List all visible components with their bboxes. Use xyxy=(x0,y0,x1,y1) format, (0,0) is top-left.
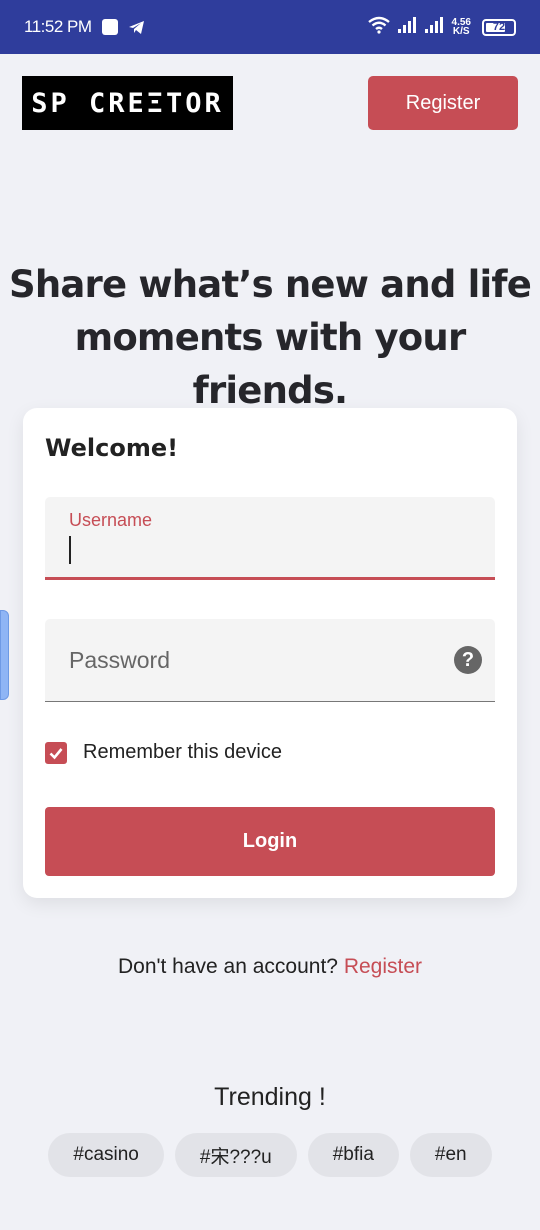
signal-icon xyxy=(397,16,418,38)
tagline-line-2: moments with your friends. xyxy=(74,316,467,412)
header: SP CREΞTOR Register xyxy=(22,76,518,130)
help-icon[interactable]: ? xyxy=(454,646,482,674)
tagline: Share what’s new and life moments with y… xyxy=(0,258,540,417)
signup-register-link[interactable]: Register xyxy=(344,955,422,978)
net-speed: 4.56 K/S xyxy=(452,18,471,37)
trending-tag[interactable]: #bfia xyxy=(307,1133,399,1177)
welcome-heading: Welcome! xyxy=(45,434,179,462)
text-caret xyxy=(69,536,71,564)
battery-level: 72 xyxy=(492,21,506,33)
remember-device[interactable]: Remember this device xyxy=(45,741,282,764)
status-left: 11:52 PM xyxy=(24,17,145,37)
trending-title: Trending ! xyxy=(214,1083,326,1111)
signal-icon-2 xyxy=(424,16,445,38)
trending-tag[interactable]: #宋???u xyxy=(174,1133,297,1177)
wifi-icon xyxy=(367,16,391,39)
signup-prompt-text: Don't have an account? xyxy=(117,955,338,978)
remember-label: Remember this device xyxy=(83,741,282,763)
username-label: Username xyxy=(69,510,153,530)
trending-tags: #casino #宋???u #bfia #en xyxy=(0,1133,540,1177)
remember-checkbox[interactable] xyxy=(45,741,67,764)
password-placeholder: Password xyxy=(69,647,170,673)
net-speed-unit: K/S xyxy=(452,26,470,37)
username-field[interactable]: Username xyxy=(45,497,495,580)
signup-prompt: Don't have an account? Register xyxy=(0,955,540,979)
status-time: 11:52 PM xyxy=(24,17,92,36)
login-button[interactable]: Login xyxy=(45,807,495,876)
logo[interactable]: SP CREΞTOR xyxy=(22,76,233,130)
password-field[interactable]: Password ? xyxy=(45,619,495,702)
trending-tag[interactable]: #en xyxy=(409,1133,492,1177)
battery-icon: 72 xyxy=(482,18,516,36)
notification-square-icon xyxy=(101,19,118,35)
check-icon xyxy=(49,747,63,759)
status-bar: 11:52 PM 4.56 K/S 72 xyxy=(0,0,540,54)
trending-tag[interactable]: #casino xyxy=(48,1133,164,1177)
login-card: Welcome! Username Password ? Remember th… xyxy=(23,408,517,898)
register-button[interactable]: Register xyxy=(368,76,518,130)
edge-panel-handle[interactable] xyxy=(0,610,9,700)
tagline-line-1: Share what’s new and life xyxy=(8,263,532,306)
status-right: 4.56 K/S 72 xyxy=(367,16,516,39)
telegram-icon xyxy=(128,20,145,35)
